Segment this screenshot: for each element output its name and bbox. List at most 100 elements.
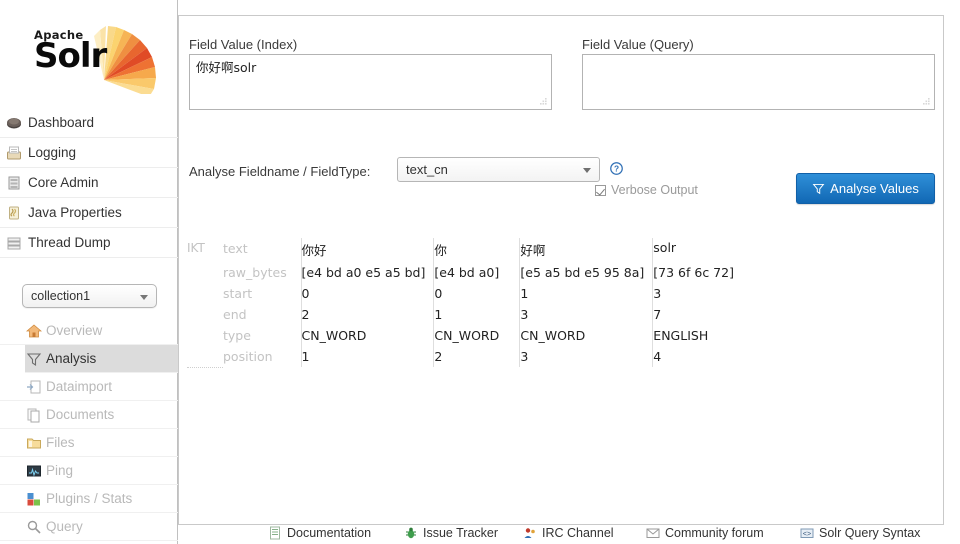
table-row-type: type CN_WORD CN_WORD CN_WORD ENGLISH [187,325,742,346]
sidebar-item-label: Thread Dump [28,235,111,250]
sidebar-item-label: Plugins / Stats [46,491,133,506]
token-text: 你 [433,238,521,262]
fieldtype-select[interactable]: text_cn [397,157,600,182]
token-start: 1 [519,283,654,304]
table-row-text: IKT text 你好 你 好啊 solr [187,238,742,368]
sidebar-item-documents[interactable]: Documents [0,401,178,429]
svg-text:?: ? [614,164,619,174]
svg-text:<>: <> [803,531,811,539]
footer-link-issue-tracker[interactable]: Issue Tracker [404,526,498,540]
core-selector[interactable]: collection1 [22,284,157,308]
row-label: position [223,346,302,367]
analyse-fieldtype-label: Analyse Fieldname / FieldType: [189,164,371,179]
sidebar: Apache Solr Dashboard Logging Core Admin… [0,0,178,544]
token-type: ENGLISH [653,328,709,343]
footer-link-label: Issue Tracker [423,526,499,540]
sidebar-item-logging[interactable]: Logging [0,138,178,168]
sidebar-item-label: Core Admin [28,175,99,190]
token-position: 1 [301,346,435,367]
sidebar-item-label: Files [46,435,75,450]
analyzer-abbr: IKT [187,238,223,368]
plugins-stats-icon [27,493,40,506]
analyse-values-label: Analyse Values [830,181,919,196]
analysis-funnel-icon [26,353,42,367]
chevron-down-icon [140,295,148,300]
token-position: 4 [653,349,662,364]
verbose-output-checkbox[interactable]: Verbose Output [595,183,698,197]
java-properties-icon [9,206,19,220]
sidebar-item-thread-dump[interactable]: Thread Dump [0,228,178,258]
footer-link-irc-channel[interactable]: IRC Channel [523,526,614,540]
sidebar-item-label: Query [46,519,83,534]
footer-link-label: Documentation [287,526,372,540]
query-field-textarea[interactable] [582,54,935,110]
syntax-icon: <> [800,528,814,539]
ping-icon [27,465,41,477]
token-text: 好啊 [519,238,654,262]
fieldtype-select-value: text_cn [406,162,448,177]
row-label: end [223,304,302,325]
dataimport-icon [27,380,41,394]
funnel-icon [812,183,825,195]
sidebar-item-overview[interactable]: Overview [0,317,178,345]
resize-grip-icon[interactable] [920,96,931,107]
footer-link-solr-query-syntax[interactable]: <> Solr Query Syntax [800,526,920,540]
query-magnifier-icon [27,520,41,534]
sidebar-item-dashboard[interactable]: Dashboard [0,108,178,138]
token-end: 7 [653,307,662,322]
index-field-textarea[interactable]: 你好啊solr [189,54,552,110]
token-raw-bytes: [e4 bd a0 e5 a5 bd] [301,262,435,283]
footer-link-label: Solr Query Syntax [819,526,921,540]
row-label: type [223,325,302,346]
dashboard-icon [7,118,21,129]
sidebar-item-query[interactable]: Query [0,513,178,541]
core-selector-text: collection1 [31,289,91,303]
analyse-values-button[interactable]: Analyse Values [796,173,935,204]
sidebar-item-label: Java Properties [28,205,122,220]
token-text: solr [653,240,677,255]
solr-logo[interactable]: Apache Solr [30,22,170,94]
verbose-output-label: Verbose Output [611,183,698,197]
core-selector-value[interactable]: collection1 [22,284,157,308]
footer-links: Documentation Issue Tracker IRC Channel … [178,526,960,544]
token-start: 0 [301,283,435,304]
core-nav: Overview Analysis Dataimport Documents F… [0,317,178,541]
token-text: 你好 [301,238,435,262]
resize-grip-icon[interactable] [537,96,548,107]
query-field-label: Field Value (Query) [582,37,694,52]
token-position: 2 [433,346,521,367]
help-question-icon[interactable]: ? [610,162,623,175]
sidebar-item-analysis[interactable]: Analysis [25,345,178,373]
sidebar-item-dataimport[interactable]: Dataimport [0,373,178,401]
token-start: 0 [433,283,521,304]
sidebar-item-label: Dashboard [28,115,95,130]
main-nav: Dashboard Logging Core Admin Java Proper… [0,108,178,258]
sidebar-item-core-admin[interactable]: Core Admin [0,168,178,198]
sidebar-item-java-properties[interactable]: Java Properties [0,198,178,228]
table-row-start: start 0 0 1 3 [187,283,742,304]
thread-dump-icon [7,237,21,250]
table-row-position: position 1 2 3 4 [187,346,742,367]
logging-icon [7,146,21,160]
token-end: 3 [519,304,654,325]
footer-link-label: IRC Channel [542,526,614,540]
document-icon [270,526,280,540]
token-type: CN_WORD [519,325,654,346]
analysis-panel: Field Value (Index) 你好啊solr Field Value … [178,15,944,525]
footer-link-community-forum[interactable]: Community forum [646,526,764,540]
sidebar-item-ping[interactable]: Ping [0,457,178,485]
core-admin-icon [8,176,20,190]
token-table: IKT text 你好 你 好啊 solr raw_bytes [e4 bd a… [187,238,742,368]
row-label: text [223,238,302,262]
token-raw-bytes: [e5 a5 bd e5 95 8a] [519,262,654,283]
sidebar-item-plugins-stats[interactable]: Plugins / Stats [0,485,178,513]
row-label: start [223,283,302,304]
footer-link-documentation[interactable]: Documentation [268,526,371,540]
sidebar-item-label: Logging [28,145,77,160]
sidebar-item-label: Analysis [46,351,97,366]
solr-label: Solr [34,35,107,76]
table-row-end: end 2 1 3 7 [187,304,742,325]
sidebar-item-files[interactable]: Files [0,429,178,457]
checkbox-box[interactable] [595,185,606,196]
token-start: 3 [653,286,662,301]
